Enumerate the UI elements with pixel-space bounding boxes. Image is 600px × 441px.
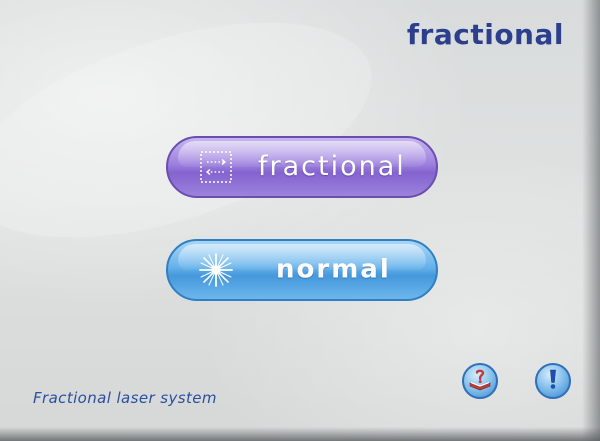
laser-burst-icon — [198, 252, 234, 288]
normal-mode-label: normal — [276, 254, 391, 285]
system-caption: Fractional laser system — [33, 389, 217, 407]
info-exclamation-icon — [543, 367, 563, 395]
screen-bezel-edge-right — [582, 0, 600, 441]
device-screen: fractional fractional normal Fractional … — [0, 0, 600, 441]
fractional-mode-label: fractional — [258, 150, 406, 182]
screen-bezel-edge-bottom — [0, 427, 600, 441]
help-button[interactable] — [462, 363, 498, 399]
fractional-mode-button[interactable]: fractional — [166, 136, 438, 198]
fractional-dots-icon — [198, 149, 234, 185]
info-button[interactable] — [535, 363, 571, 399]
normal-mode-button[interactable]: normal — [166, 239, 438, 301]
brand-title: fractional — [406, 18, 564, 51]
help-book-icon — [467, 366, 493, 396]
